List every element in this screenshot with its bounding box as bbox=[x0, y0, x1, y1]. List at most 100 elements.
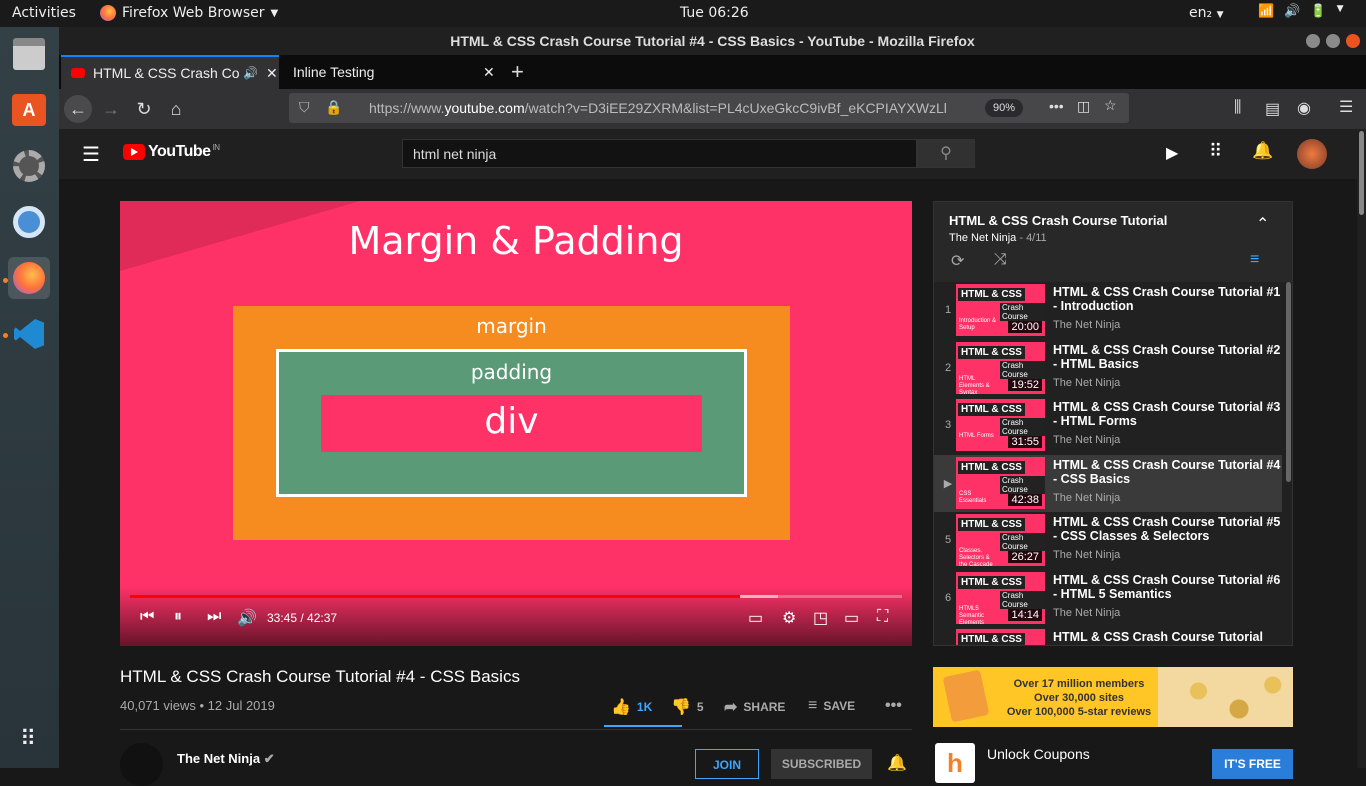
fullscreen-icon[interactable]: ⛶ bbox=[877, 608, 888, 626]
notifications-bell-icon[interactable]: 🔔 bbox=[1252, 141, 1273, 161]
share-icon: ➦ bbox=[724, 699, 738, 716]
minimize-button[interactable] bbox=[1306, 34, 1320, 48]
playlist-item[interactable]: 1 HTML & CSS Crash Course Introduction & Se… bbox=[934, 282, 1282, 339]
video-thumbnail[interactable]: HTML & CSS Crash Course Classes, Selectors… bbox=[956, 514, 1045, 566]
url-bar[interactable]: ⛉ 🔒 https://www.youtube.com/watch?v=D3iE… bbox=[289, 93, 1129, 123]
progress-bar[interactable] bbox=[130, 595, 902, 598]
playlist-channel[interactable]: The Net Ninja bbox=[949, 232, 1016, 244]
video-thumbnail[interactable]: HTML & CSS Crash Course HTML Forms 31:55 bbox=[956, 399, 1045, 451]
subscribed-button[interactable]: SUBSCRIBED bbox=[771, 749, 872, 779]
dislike-button[interactable]: 👎 5 bbox=[671, 697, 704, 717]
hamburger-menu-icon[interactable]: ☰ bbox=[1339, 97, 1353, 117]
avatar[interactable] bbox=[1297, 139, 1327, 169]
search-input[interactable]: html net ninja bbox=[402, 139, 917, 168]
share-button[interactable]: ➦ SHARE bbox=[724, 697, 785, 717]
thumbnail-badge: HTML & CSS bbox=[958, 288, 1025, 301]
playlist-item[interactable]: 2 HTML & CSS Crash Course HTML Elements & S… bbox=[934, 340, 1282, 397]
video-thumbnail[interactable]: HTML & CSS Crash Course HTML Elements & Sy… bbox=[956, 341, 1045, 394]
theater-mode-icon[interactable]: ▭ bbox=[844, 608, 859, 628]
shield-icon[interactable]: ⛉ bbox=[299, 99, 310, 116]
account-icon[interactable]: ◉ bbox=[1297, 98, 1311, 118]
close-window-button[interactable] bbox=[1346, 34, 1360, 48]
forward-button[interactable]: → bbox=[97, 95, 125, 123]
clock[interactable]: Tue 06:26 bbox=[680, 5, 749, 21]
create-video-icon[interactable]: ▶ bbox=[1166, 143, 1178, 163]
new-tab-button[interactable]: + bbox=[511, 55, 541, 89]
loop-icon[interactable]: ⟳ bbox=[951, 251, 964, 271]
chromium-icon[interactable] bbox=[8, 201, 50, 243]
settings-icon[interactable] bbox=[8, 145, 50, 187]
collapse-chevron-icon[interactable]: ⌃ bbox=[1256, 214, 1269, 234]
lock-icon[interactable]: 🔒 bbox=[325, 99, 342, 116]
playlist-item[interactable]: 5 HTML & CSS Crash Course Classes, Selector… bbox=[934, 512, 1282, 569]
save-playlist-icon[interactable]: ≡ bbox=[1250, 251, 1259, 269]
vscode-icon[interactable] bbox=[8, 313, 50, 355]
more-options-icon[interactable]: ••• bbox=[885, 697, 902, 715]
playlist-item[interactable]: ▶ HTML & CSS Crash Course CSS Essentials 42:… bbox=[934, 454, 1282, 512]
app-menu[interactable]: Firefox Web Browser ▼ bbox=[100, 5, 278, 21]
pocket-icon[interactable]: ◫ bbox=[1077, 98, 1090, 115]
shuffle-icon[interactable]: ⤨ bbox=[994, 251, 1007, 269]
playlist-title[interactable]: HTML & CSS Crash Course Tutorial bbox=[949, 213, 1167, 228]
video-player[interactable]: Margin & Padding margin padding div ⏮ ⏸ … bbox=[120, 201, 912, 646]
playlist-item[interactable]: 3 HTML & CSS Crash Course HTML Forms 31:55 HT… bbox=[934, 397, 1282, 454]
guide-menu-icon[interactable]: ☰ bbox=[82, 142, 100, 167]
ad-headline[interactable]: Unlock Coupons bbox=[987, 746, 1090, 762]
subtitles-icon[interactable]: ▭ bbox=[748, 608, 763, 628]
system-tray[interactable]: 📶 🔊 🔋 ▼ bbox=[1258, 4, 1343, 19]
video-thumbnail[interactable]: HTML & CSS bbox=[956, 629, 1045, 645]
ad-banner[interactable]: Over 17 million members Over 30,000 site… bbox=[933, 667, 1293, 727]
video-thumbnail[interactable]: HTML & CSS Crash Course Introduction & Set… bbox=[956, 284, 1045, 336]
like-button[interactable]: 👍 1K bbox=[611, 697, 652, 717]
channel-avatar[interactable] bbox=[120, 743, 163, 786]
video-thumbnail[interactable]: HTML & CSS Crash Course CSS Essentials 42:3… bbox=[956, 456, 1045, 509]
zoom-indicator[interactable]: 90% bbox=[985, 99, 1023, 117]
youtube-logo[interactable]: YouTube IN bbox=[123, 143, 220, 161]
bookmark-star-icon[interactable]: ☆ bbox=[1104, 97, 1117, 114]
notification-bell-icon[interactable]: 🔔 bbox=[887, 753, 907, 773]
close-tab-icon[interactable]: ✕ bbox=[266, 65, 278, 82]
page-scrollbar[interactable] bbox=[1357, 129, 1366, 768]
show-applications-icon[interactable]: ⠿ bbox=[8, 717, 50, 759]
video-thumbnail[interactable]: HTML & CSS Crash Course HTML5 Semantic Ele… bbox=[956, 571, 1045, 624]
reload-button[interactable]: ↻ bbox=[130, 95, 158, 123]
playlist-item[interactable]: 6 HTML & CSS Crash Course HTML5 Semantic El… bbox=[934, 570, 1282, 627]
playlist-item-title: HTML & CSS Crash Course Tutorial #1 - In… bbox=[1053, 285, 1281, 313]
activities-button[interactable]: Activities bbox=[12, 5, 76, 21]
next-icon[interactable]: ⏭ bbox=[207, 608, 221, 626]
scrollbar-thumb[interactable] bbox=[1359, 131, 1364, 215]
input-language[interactable]: en₂ ▼ bbox=[1189, 5, 1223, 21]
tab-inline-testing[interactable]: Inline Testing ✕ bbox=[281, 55, 507, 89]
sidebar-icon[interactable]: ▤ bbox=[1265, 99, 1280, 119]
thumbnail-subtitle: Crash Course bbox=[1000, 360, 1045, 379]
firefox-icon bbox=[100, 5, 116, 21]
playlist-scrollbar[interactable] bbox=[1286, 282, 1291, 482]
library-icon[interactable]: ⫼ bbox=[1234, 99, 1241, 117]
save-button[interactable]: ≡ SAVE bbox=[808, 697, 855, 715]
thumbnail-badge: HTML & CSS bbox=[958, 518, 1025, 531]
firefox-dock-icon[interactable] bbox=[8, 257, 50, 299]
maximize-button[interactable] bbox=[1326, 34, 1340, 48]
volume-icon[interactable]: 🔊 bbox=[237, 608, 257, 628]
url-text[interactable]: https://www.youtube.com/watch?v=D3iEE29Z… bbox=[369, 100, 947, 116]
div-label: div bbox=[484, 401, 539, 442]
close-tab-icon[interactable]: ✕ bbox=[483, 64, 495, 81]
previous-icon[interactable]: ⏮ bbox=[140, 608, 154, 626]
playlist-item[interactable]: HTML & CSS HTML & CSS Crash Course Tutori… bbox=[934, 627, 1282, 645]
more-actions-icon[interactable]: ••• bbox=[1049, 98, 1064, 114]
files-app-icon[interactable] bbox=[8, 33, 50, 75]
apps-grid-icon[interactable]: ⠿ bbox=[1209, 141, 1222, 162]
home-button[interactable]: ⌂ bbox=[162, 95, 190, 123]
audio-playing-icon[interactable]: 🔊 bbox=[243, 66, 258, 80]
search-button[interactable]: ⚲ bbox=[917, 139, 975, 168]
youtube-play-icon bbox=[123, 144, 145, 160]
back-button[interactable]: ← bbox=[64, 95, 92, 123]
tab-youtube[interactable]: HTML & CSS Crash Co 🔊 ✕ bbox=[61, 55, 279, 89]
software-center-icon[interactable]: A bbox=[8, 89, 50, 131]
ad-cta-button[interactable]: IT'S FREE bbox=[1212, 749, 1293, 779]
settings-gear-icon[interactable]: ⚙ bbox=[782, 608, 796, 628]
pause-icon[interactable]: ⏸ bbox=[174, 608, 182, 626]
join-button[interactable]: JOIN bbox=[695, 749, 759, 779]
channel-name[interactable]: The Net Ninja ✔ bbox=[177, 751, 275, 767]
miniplayer-icon[interactable]: ◳ bbox=[813, 608, 828, 628]
